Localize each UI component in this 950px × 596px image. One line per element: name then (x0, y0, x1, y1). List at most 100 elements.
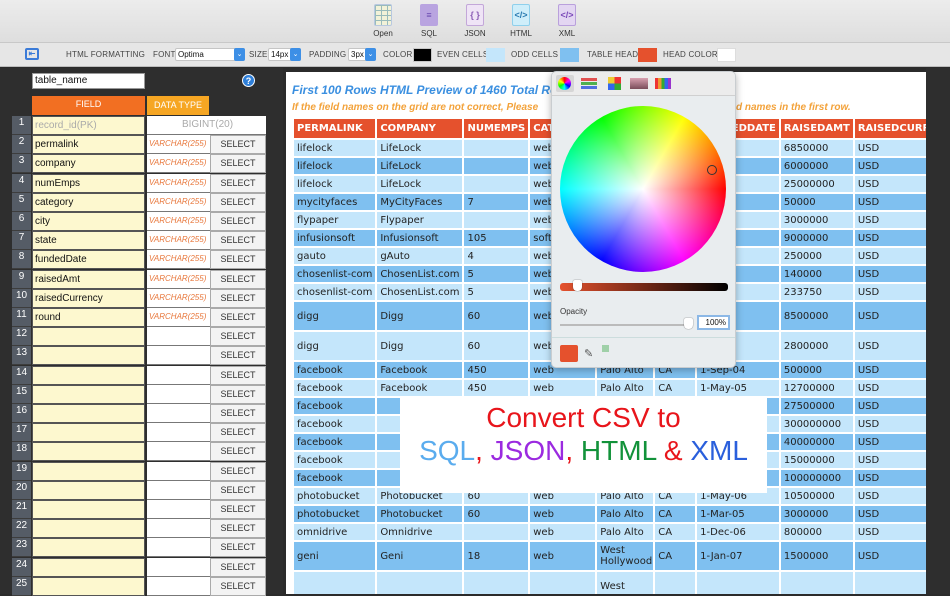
field-name-input[interactable] (32, 404, 145, 423)
open-button[interactable]: Open (365, 4, 401, 38)
table-cell: MyCityFaces (377, 194, 463, 210)
select-type-button[interactable]: SELECT (210, 519, 266, 539)
color-palettes-tab[interactable] (606, 75, 624, 92)
image-palettes-tab[interactable] (630, 75, 648, 92)
saved-color-swatch[interactable] (602, 345, 609, 352)
head-color-swatch[interactable] (717, 48, 736, 62)
color-crosshair-icon[interactable] (707, 165, 717, 175)
font-select[interactable]: Optima ⌄ (175, 48, 245, 61)
xml-button[interactable]: </> XML (549, 4, 585, 38)
schema-row: 6 city VARCHAR(255) SELECT (12, 212, 267, 231)
field-name-input[interactable] (32, 461, 145, 481)
right-scroll-area[interactable] (926, 68, 950, 594)
schema-row: 24 SELECT (12, 557, 267, 577)
table-cell: LifeLock (377, 176, 463, 192)
select-type-button[interactable]: SELECT (210, 480, 266, 500)
pencils-tab[interactable] (654, 75, 672, 92)
select-type-button[interactable]: SELECT (210, 461, 266, 481)
field-name-input[interactable]: numEmps (32, 173, 145, 193)
schema-row: 14 SELECT (12, 365, 267, 385)
data-type-value (147, 480, 210, 500)
field-name-input[interactable]: round (32, 308, 145, 327)
color-wheel[interactable] (560, 106, 726, 272)
select-type-button[interactable]: SELECT (210, 269, 266, 289)
text-color-swatch[interactable] (413, 48, 432, 62)
json-button[interactable]: { } JSON (457, 4, 493, 38)
select-type-button[interactable]: SELECT (210, 538, 266, 558)
field-name-input[interactable]: permalink (32, 135, 145, 155)
field-name-input[interactable] (32, 327, 145, 347)
select-type-button[interactable]: SELECT (210, 346, 266, 366)
select-type-button[interactable]: SELECT (210, 288, 266, 308)
select-type-button[interactable]: SELECT (210, 442, 266, 462)
select-type-button[interactable]: SELECT (210, 173, 266, 193)
opacity-slider-handle[interactable] (684, 318, 693, 329)
brightness-slider-handle[interactable] (572, 280, 582, 291)
field-name-input[interactable]: raisedAmt (32, 269, 145, 289)
select-type-button[interactable]: SELECT (210, 576, 266, 596)
table-name-input[interactable]: table_name (32, 73, 145, 89)
field-name-input[interactable] (32, 384, 145, 404)
table-head-swatch[interactable] (638, 48, 657, 62)
field-name-input[interactable] (32, 480, 145, 500)
select-type-button[interactable]: SELECT (210, 231, 266, 251)
select-type-button[interactable]: SELECT (210, 250, 266, 270)
select-type-button[interactable]: SELECT (210, 212, 266, 231)
select-type-button[interactable]: SELECT (210, 154, 266, 174)
size-select[interactable]: 14px ⌄ (268, 48, 301, 61)
table-cell: ChosenList.com (377, 266, 463, 282)
opacity-slider[interactable] (560, 324, 688, 326)
table-cell: 27500000 (780, 398, 853, 414)
field-name-input[interactable]: fundedDate (32, 250, 145, 270)
select-type-button[interactable]: SELECT (210, 557, 266, 577)
brightness-slider[interactable] (560, 283, 728, 291)
table-cell: CA (655, 524, 696, 540)
select-type-button[interactable]: SELECT (210, 500, 266, 519)
select-type-button[interactable]: SELECT (210, 365, 266, 385)
data-type-value (147, 461, 210, 481)
field-name-input[interactable]: category (32, 192, 145, 212)
color-sliders-tab[interactable] (580, 75, 598, 92)
field-name-input[interactable]: state (32, 231, 145, 251)
schema-row: 5 category VARCHAR(255) SELECT (12, 192, 267, 212)
column-header: RAISEDAMT (780, 119, 853, 138)
table-cell: USD (854, 416, 926, 432)
html-button[interactable]: </> HTML (503, 4, 539, 38)
field-name-input[interactable]: record_id(PK) (32, 116, 145, 135)
color-wheel-tab[interactable] (556, 75, 574, 92)
field-name-input[interactable]: raisedCurrency (32, 288, 145, 308)
field-name-input[interactable] (32, 442, 145, 462)
table-cell (464, 572, 529, 594)
select-type-button[interactable]: SELECT (210, 327, 266, 347)
select-type-button[interactable]: SELECT (210, 308, 266, 327)
field-name-input[interactable] (32, 538, 145, 558)
select-type-button[interactable]: SELECT (210, 384, 266, 404)
promo-html: HTML (580, 435, 657, 466)
select-type-button[interactable]: SELECT (210, 192, 266, 212)
table-cell: USD (854, 506, 926, 522)
field-name-input[interactable] (32, 500, 145, 519)
even-cells-swatch[interactable] (486, 48, 505, 62)
select-type-button[interactable]: SELECT (210, 404, 266, 423)
select-type-button[interactable]: SELECT (210, 135, 266, 155)
sql-button[interactable]: ≡ SQL (411, 4, 447, 38)
help-icon[interactable]: ? (242, 74, 255, 87)
field-name-input[interactable] (32, 423, 145, 443)
column-header: PERMALINK (294, 119, 376, 138)
table-cell: 50000 (780, 194, 853, 210)
current-color-swatch[interactable] (560, 345, 578, 362)
field-name-input[interactable] (32, 346, 145, 366)
field-name-input[interactable] (32, 519, 145, 539)
sidebar-toggle-icon[interactable]: ⇤ (25, 48, 39, 60)
eyedropper-icon[interactable]: ✎ (584, 347, 593, 360)
table-cell: USD (854, 248, 926, 264)
odd-cells-swatch[interactable] (560, 48, 579, 62)
field-name-input[interactable] (32, 576, 145, 596)
field-name-input[interactable]: company (32, 154, 145, 174)
field-name-input[interactable]: city (32, 212, 145, 231)
select-type-button[interactable]: SELECT (210, 423, 266, 443)
field-name-input[interactable] (32, 365, 145, 385)
padding-select[interactable]: 3px ⌄ (348, 48, 376, 61)
field-name-input[interactable] (32, 557, 145, 577)
opacity-input[interactable]: 100% (697, 315, 730, 330)
